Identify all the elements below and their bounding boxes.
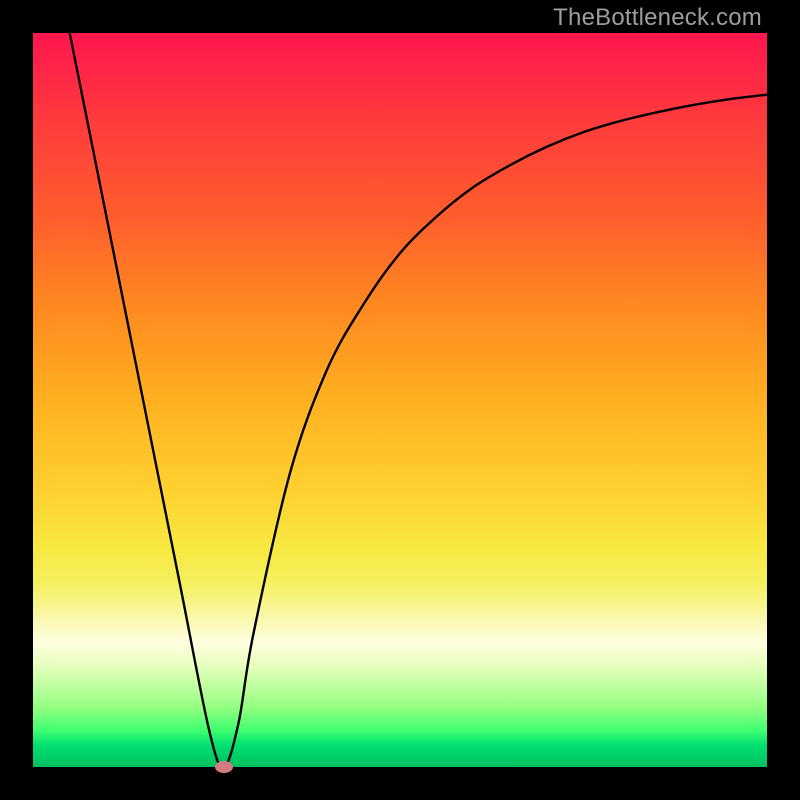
bottleneck-curve bbox=[70, 33, 767, 767]
source-label: TheBottleneck.com bbox=[553, 4, 762, 32]
plot-area bbox=[33, 33, 767, 767]
minimum-marker bbox=[215, 761, 233, 773]
chart-container: TheBottleneck.com bbox=[0, 0, 800, 800]
curve-svg bbox=[33, 33, 767, 767]
